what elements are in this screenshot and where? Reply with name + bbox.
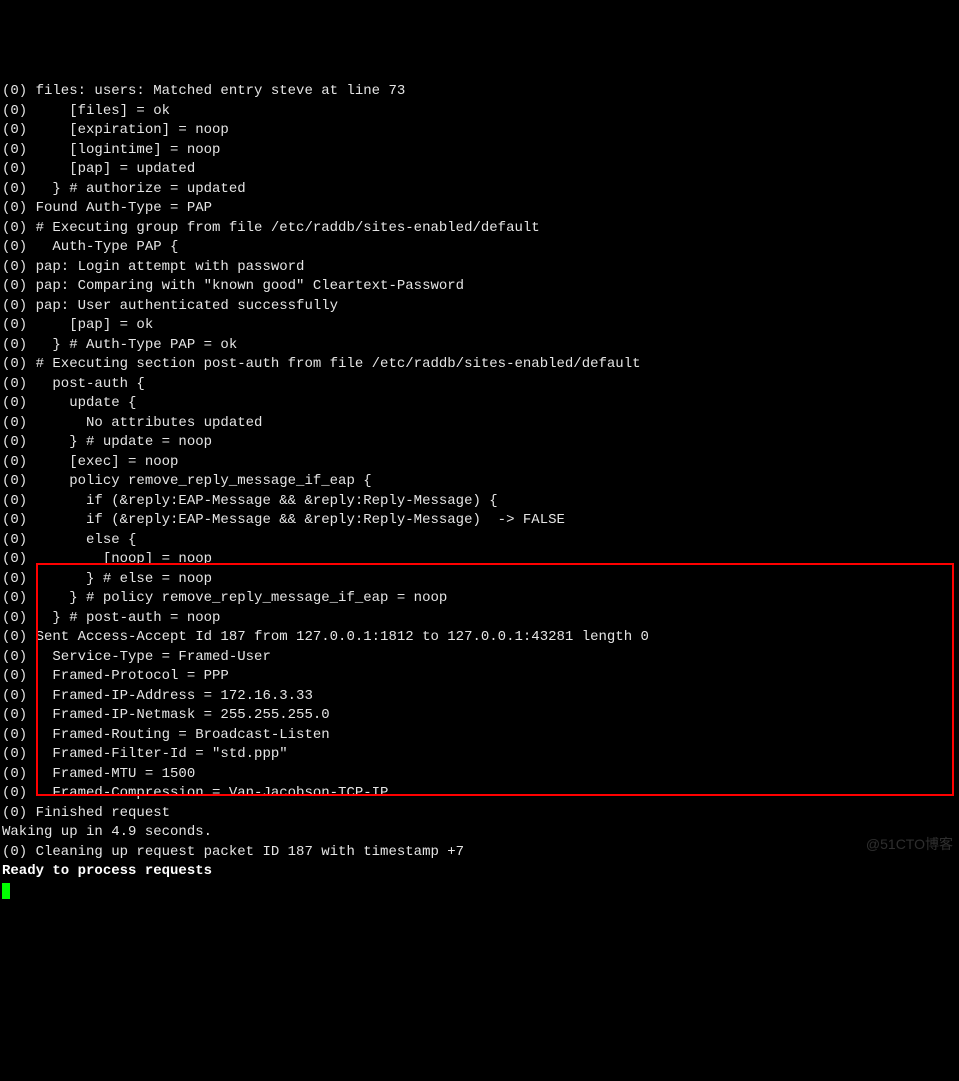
log-line: (0) Finished request — [2, 804, 957, 824]
log-line: (0) } # policy remove_reply_message_if_e… — [2, 589, 957, 609]
log-line: (0) Service-Type = Framed-User — [2, 648, 957, 668]
log-line: (0) } # authorize = updated — [2, 180, 957, 200]
log-line: (0) Framed-Filter-Id = "std.ppp" — [2, 745, 957, 765]
watermark: @51CTO博客 — [866, 835, 953, 855]
log-line: (0) Cleaning up request packet ID 187 wi… — [2, 843, 957, 863]
log-line: (0) [expiration] = noop — [2, 121, 957, 141]
log-line: (0) } # post-auth = noop — [2, 609, 957, 629]
log-line: (0) pap: User authenticated successfully — [2, 297, 957, 317]
log-line: (0) No attributes updated — [2, 414, 957, 434]
log-line: (0) [files] = ok — [2, 102, 957, 122]
log-line: (0) } # update = noop — [2, 433, 957, 453]
log-line: (0) Sent Access-Accept Id 187 from 127.0… — [2, 628, 957, 648]
log-line: (0) policy remove_reply_message_if_eap { — [2, 472, 957, 492]
cursor-line[interactable] — [2, 882, 957, 902]
ready-line: Ready to process requests — [2, 862, 957, 882]
log-line: (0) Framed-Compression = Van-Jacobson-TC… — [2, 784, 957, 804]
log-line: (0) else { — [2, 531, 957, 551]
log-line: (0) update { — [2, 394, 957, 414]
log-line: (0) post-auth { — [2, 375, 957, 395]
log-line: (0) Framed-IP-Address = 172.16.3.33 — [2, 687, 957, 707]
log-line: (0) [pap] = ok — [2, 316, 957, 336]
log-line: (0) } # Auth-Type PAP = ok — [2, 336, 957, 356]
log-line: (0) Framed-Protocol = PPP — [2, 667, 957, 687]
cursor-icon — [2, 883, 10, 899]
log-line: (0) pap: Comparing with "known good" Cle… — [2, 277, 957, 297]
log-line: (0) Auth-Type PAP { — [2, 238, 957, 258]
log-line: (0) if (&reply:EAP-Message && &reply:Rep… — [2, 511, 957, 531]
log-line: (0) # Executing group from file /etc/rad… — [2, 219, 957, 239]
log-line: (0) Found Auth-Type = PAP — [2, 199, 957, 219]
log-line: (0) pap: Login attempt with password — [2, 258, 957, 278]
log-line: (0) [exec] = noop — [2, 453, 957, 473]
log-line: (0) [pap] = updated — [2, 160, 957, 180]
log-line: (0) Framed-IP-Netmask = 255.255.255.0 — [2, 706, 957, 726]
log-line: (0) Framed-MTU = 1500 — [2, 765, 957, 785]
log-line: (0) Framed-Routing = Broadcast-Listen — [2, 726, 957, 746]
log-line: Waking up in 4.9 seconds. — [2, 823, 957, 843]
log-line: (0) [logintime] = noop — [2, 141, 957, 161]
terminal-output: (0) files: users: Matched entry steve at… — [0, 78, 959, 905]
log-line: (0) # Executing section post-auth from f… — [2, 355, 957, 375]
log-line: (0) } # else = noop — [2, 570, 957, 590]
log-line: (0) files: users: Matched entry steve at… — [2, 82, 957, 102]
log-line: (0) [noop] = noop — [2, 550, 957, 570]
log-line: (0) if (&reply:EAP-Message && &reply:Rep… — [2, 492, 957, 512]
